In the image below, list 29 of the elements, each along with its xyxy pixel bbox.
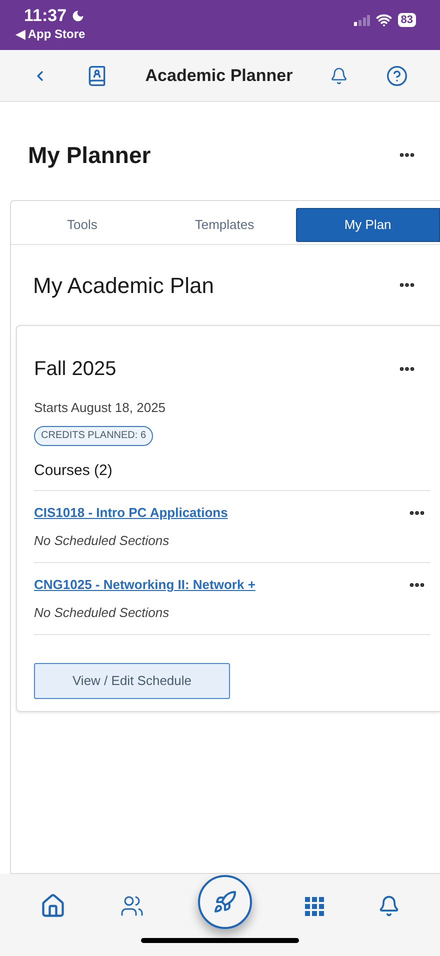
tab[interactable]: Tools <box>11 208 154 242</box>
tab[interactable]: My Plan <box>296 208 440 242</box>
back-to-app-link[interactable]: ◀ App Store <box>16 26 86 42</box>
plan-title: My Academic Plan <box>33 272 214 300</box>
home-icon[interactable] <box>40 893 66 919</box>
page-title: My Planner <box>28 140 151 170</box>
notification-icon[interactable] <box>330 66 348 84</box>
tab[interactable]: Templates <box>153 208 296 242</box>
moon-icon <box>70 9 85 23</box>
term-start-date: Starts August 18, 2025 <box>34 399 167 417</box>
term-title: Fall 2025 <box>34 357 116 382</box>
course-link[interactable]: CIS1018 - Intro PC Applications <box>34 503 228 522</box>
credits-badge: CREDITS PLANNED: 6 <box>34 426 154 446</box>
view-edit-schedule-button[interactable]: View / Edit Schedule <box>34 663 230 699</box>
rocket-button[interactable] <box>198 875 252 929</box>
sections-status: No Scheduled Sections <box>34 532 170 550</box>
help-icon[interactable] <box>386 64 408 86</box>
wifi-icon <box>376 12 392 28</box>
notification-icon[interactable] <box>378 895 400 917</box>
course-link[interactable]: CNG1025 - Networking II: Network + <box>34 575 256 594</box>
clock: 11:37 <box>24 6 67 26</box>
courses-heading: Courses (2) <box>34 460 430 491</box>
rocket-icon <box>212 890 236 914</box>
window-title: Academic Planner <box>145 64 293 87</box>
grid-icon[interactable] <box>305 896 324 916</box>
battery-level: 83 <box>398 13 416 27</box>
sections-status: No Scheduled Sections <box>34 604 170 622</box>
people-icon[interactable] <box>120 894 144 918</box>
signal-icon <box>354 14 370 26</box>
